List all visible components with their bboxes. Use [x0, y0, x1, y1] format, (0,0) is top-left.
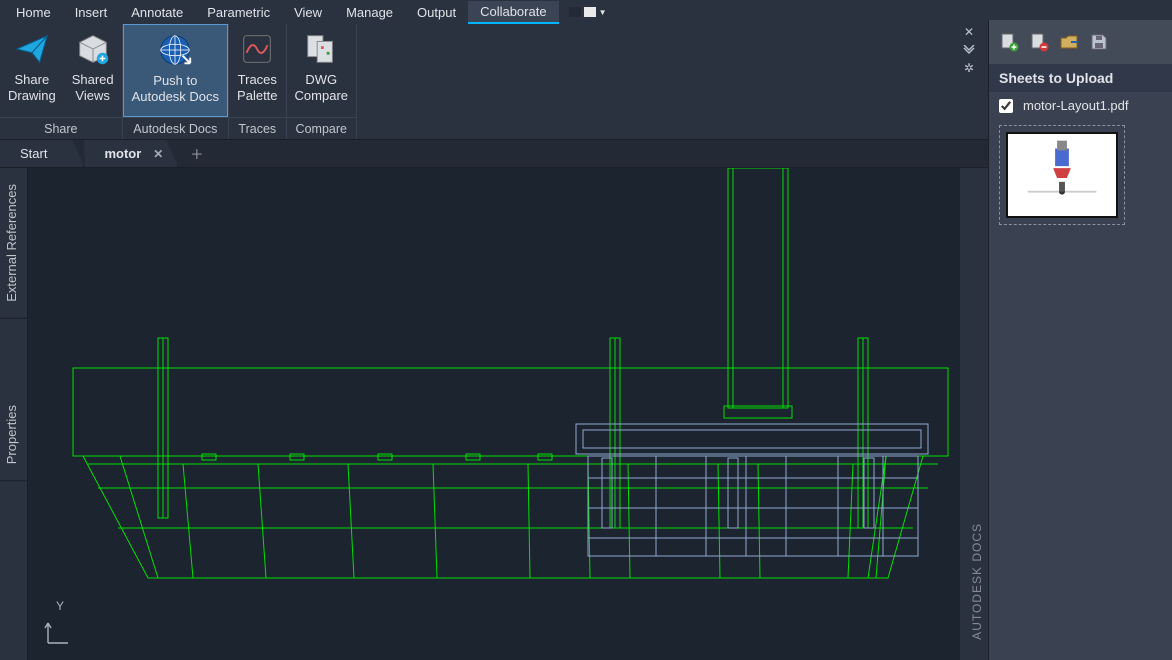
globe-arrow-icon: [156, 31, 194, 69]
plus-icon: ＋: [190, 144, 203, 163]
workspace: External References Properties: [0, 168, 960, 660]
chevron-down-icon: ▼: [599, 8, 607, 17]
panel-close-button[interactable]: ✕: [960, 24, 978, 39]
tab-motor-label: motor: [104, 146, 141, 161]
tab-start-label: Start: [20, 146, 47, 161]
cube-share-icon: [74, 30, 112, 68]
docs-sheet-checkbox[interactable]: [999, 99, 1013, 113]
docs-add-sheet-button[interactable]: [999, 32, 1019, 52]
ribbon-group-compare: DWG Compare Compare: [287, 24, 357, 139]
docs-sheet-thumbnail[interactable]: [999, 125, 1125, 225]
menu-parametric[interactable]: Parametric: [195, 2, 282, 23]
theme-light-swatch: [584, 7, 596, 17]
autodesk-docs-panel: Sheets to Upload motor-Layout1.pdf: [988, 20, 1172, 660]
menu-annotate[interactable]: Annotate: [119, 2, 195, 23]
push-to-docs-label: Push to Autodesk Docs: [132, 73, 219, 104]
shared-views-label: Shared Views: [72, 72, 114, 103]
panel-controls: ✕ ✲: [960, 24, 986, 76]
doc-compare-icon: [302, 30, 340, 68]
docs-sheet-item[interactable]: motor-Layout1.pdf: [989, 92, 1172, 119]
panel-divider: [0, 319, 27, 389]
ribbon-group-traces-label: Traces: [229, 117, 285, 139]
ucs-y-label: Y: [56, 599, 64, 613]
traces-palette-label: Traces Palette: [237, 72, 277, 103]
autodesk-docs-side-label: AUTODESK DOCS: [970, 523, 984, 640]
share-drawing-button[interactable]: Share Drawing: [0, 24, 64, 117]
ribbon-group-compare-label: Compare: [287, 117, 356, 139]
left-panel-rail: External References Properties: [0, 168, 28, 660]
traces-palette-button[interactable]: Traces Palette: [229, 24, 285, 117]
tab-motor[interactable]: motor ✕: [84, 140, 178, 167]
ribbon-group-traces: Traces Palette Traces: [229, 24, 286, 139]
docs-folder-button[interactable]: [1059, 32, 1079, 52]
docs-remove-sheet-button[interactable]: [1029, 32, 1049, 52]
drawing-canvas[interactable]: Y: [28, 168, 960, 660]
dwg-compare-label: DWG Compare: [295, 72, 348, 103]
trace-wave-icon: [238, 30, 276, 68]
ribbon-group-docs-label: Autodesk Docs: [123, 117, 228, 139]
dwg-compare-button[interactable]: DWG Compare: [287, 24, 356, 117]
add-tab-button[interactable]: ＋: [178, 140, 215, 167]
menu-output[interactable]: Output: [405, 2, 468, 23]
docs-panel-title: Sheets to Upload: [989, 64, 1172, 92]
docs-sheet-filename: motor-Layout1.pdf: [1023, 98, 1129, 113]
theme-switcher[interactable]: ▼: [569, 7, 607, 17]
theme-dark-swatch: [569, 7, 581, 17]
ribbon-group-share-label: Share: [0, 117, 122, 139]
close-icon[interactable]: ✕: [153, 147, 163, 161]
panel-tab-properties[interactable]: Properties: [0, 389, 27, 481]
share-drawing-label: Share Drawing: [8, 72, 56, 103]
panel-collapse-button[interactable]: [960, 42, 978, 57]
panel-tab-external-references[interactable]: External References: [0, 168, 27, 319]
paper-plane-icon: [13, 30, 51, 68]
ribbon-group-autodesk-docs: Push to Autodesk Docs Autodesk Docs: [123, 24, 229, 139]
ribbon-group-share: Share Drawing Shared Views Share: [0, 24, 123, 139]
tab-start[interactable]: Start: [0, 140, 84, 167]
docs-toolbar: [989, 20, 1172, 64]
menu-view[interactable]: View: [282, 2, 334, 23]
menu-insert[interactable]: Insert: [63, 2, 120, 23]
push-to-autodesk-docs-button[interactable]: Push to Autodesk Docs: [123, 24, 228, 117]
menu-manage[interactable]: Manage: [334, 2, 405, 23]
menu-home[interactable]: Home: [4, 2, 63, 23]
shared-views-button[interactable]: Shared Views: [64, 24, 122, 117]
panel-settings-button[interactable]: ✲: [960, 60, 978, 75]
menu-collaborate[interactable]: Collaborate: [468, 1, 559, 24]
docs-save-button[interactable]: [1089, 32, 1109, 52]
ucs-indicator: Y: [42, 621, 70, 652]
